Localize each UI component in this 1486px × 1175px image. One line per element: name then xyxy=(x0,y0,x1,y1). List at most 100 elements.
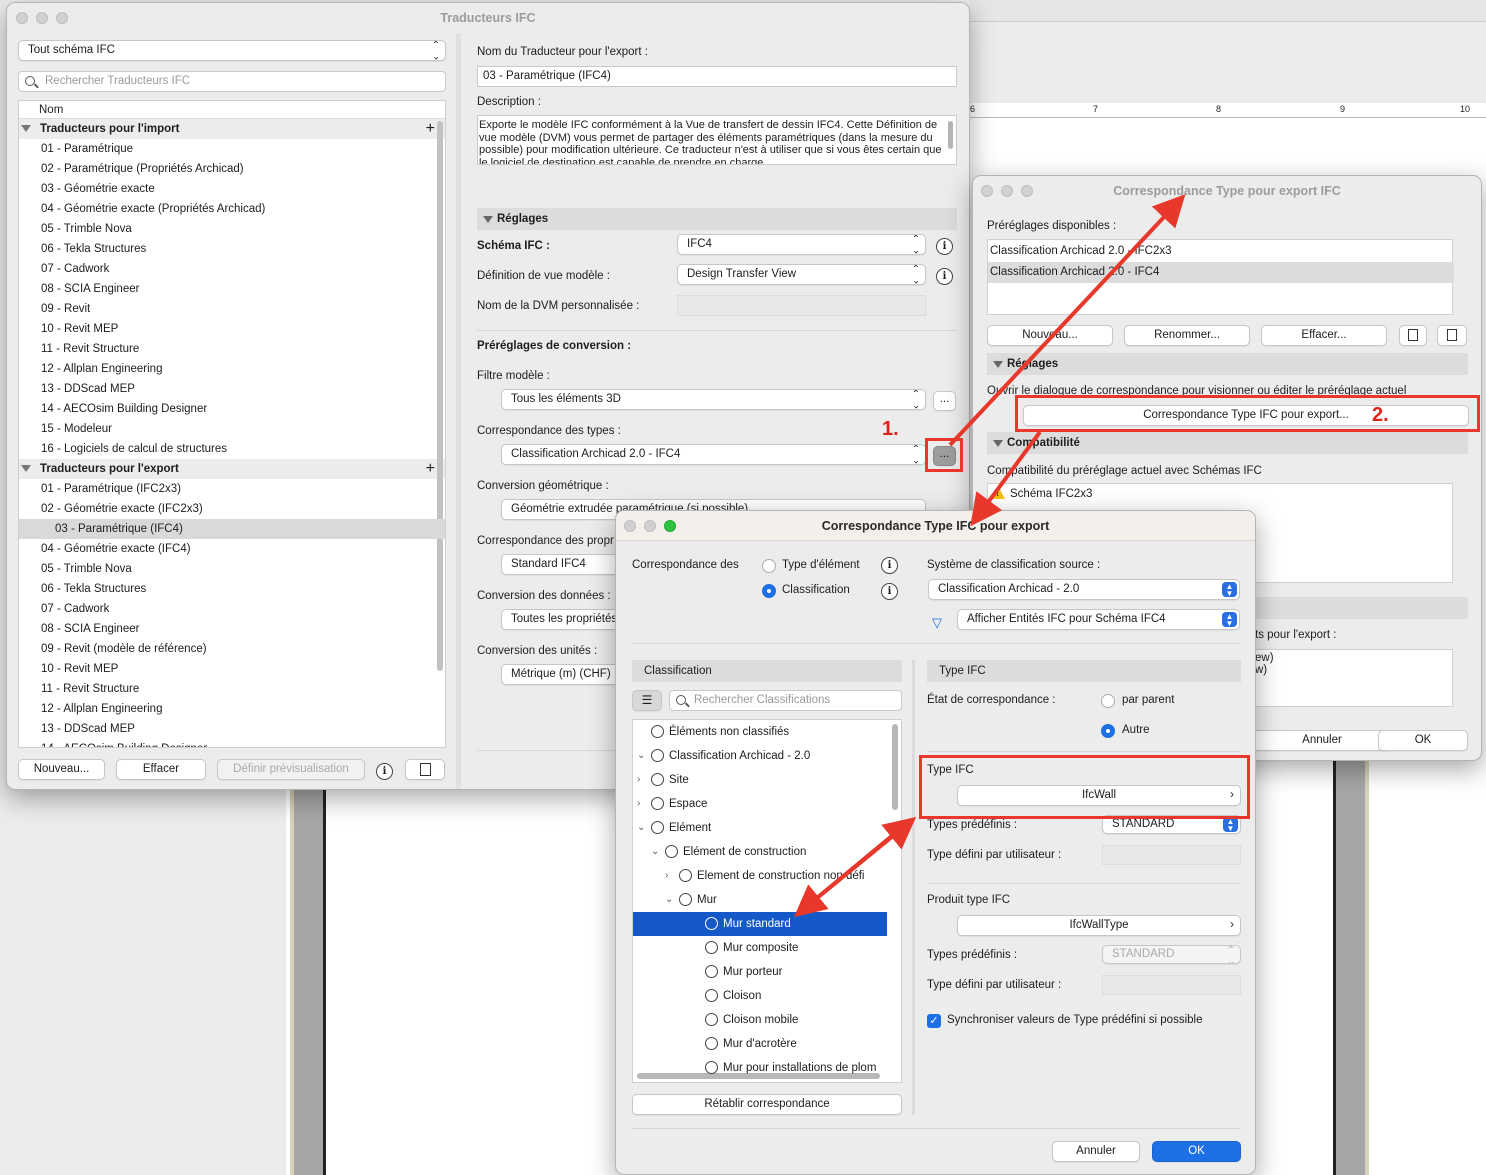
list-item[interactable]: 15 - Modeleur xyxy=(19,419,445,439)
chevron-down-icon[interactable]: ⌄ xyxy=(637,744,645,768)
chevron-right-icon[interactable]: › xyxy=(637,792,640,816)
delete-preset-button[interactable]: Effacer... xyxy=(1261,325,1387,346)
settings-section-header[interactable]: Réglages xyxy=(477,208,957,230)
list-item[interactable]: 09 - Revit xyxy=(19,299,445,319)
list-item[interactable]: 05 - Trimble Nova xyxy=(19,559,445,579)
import-group-row[interactable]: Traducteurs pour l'import + xyxy=(19,119,445,139)
add-icon[interactable]: + xyxy=(426,459,435,479)
export-icon-button[interactable] xyxy=(405,759,445,780)
new-preset-button[interactable]: Nouveau... xyxy=(987,325,1113,346)
ifc-entity-filter-select[interactable]: Afficher Entités IFC pour Schéma IFC4 ▲ ▼ xyxy=(957,609,1240,630)
mvd-custom-input[interactable] xyxy=(677,295,926,316)
tree-node[interactable]: Mur standard xyxy=(633,912,887,936)
close-button[interactable] xyxy=(981,185,993,197)
list-item[interactable]: 01 - Paramétrique (IFC2x3) xyxy=(19,479,445,499)
tree-node[interactable]: › Espace xyxy=(633,792,887,816)
cancel-button[interactable]: Annuler xyxy=(1052,1141,1140,1162)
tree-node[interactable]: Mur porteur xyxy=(633,960,887,984)
translator-list[interactable]: Nom Traducteurs pour l'import + Traducte… xyxy=(18,100,446,748)
pane-divider[interactable] xyxy=(912,660,915,1115)
by-parent-radio[interactable] xyxy=(1101,694,1115,708)
ok-button[interactable]: OK xyxy=(1378,730,1468,751)
tree-node[interactable]: ⌄ Mur xyxy=(633,888,887,912)
list-item[interactable]: 07 - Cadwork xyxy=(19,259,445,279)
disclosure-triangle-icon[interactable] xyxy=(21,465,31,472)
info-icon[interactable]: i xyxy=(936,238,953,255)
new-translator-button[interactable]: Nouveau... xyxy=(18,759,105,780)
list-item[interactable]: 06 - Tekla Structures xyxy=(19,239,445,259)
minimize-button[interactable] xyxy=(36,12,48,24)
list-item[interactable]: 13 - DDScad MEP xyxy=(19,379,445,399)
mvd-select[interactable]: Design Transfer View ⌃ ⌃ xyxy=(677,264,926,285)
compatibility-section-header[interactable]: Compatibilité xyxy=(987,432,1468,454)
tree-node[interactable]: › Site xyxy=(633,768,887,792)
list-item[interactable]: 14 - AECOsim Building Designer xyxy=(19,399,445,419)
classification-search-input[interactable]: Rechercher Classifications xyxy=(669,690,902,711)
chevron-down-icon[interactable]: ⌄ xyxy=(637,816,645,840)
zoom-button[interactable] xyxy=(56,12,68,24)
tree-node[interactable]: Mur composite xyxy=(633,936,887,960)
settings-section-header[interactable]: Réglages xyxy=(987,353,1468,375)
list-item[interactable]: 06 - Tekla Structures xyxy=(19,579,445,599)
list-item[interactable]: 02 - Paramétrique (Propriétés Archicad) xyxy=(19,159,445,179)
description-textarea[interactable]: Exporte le modèle IFC conformément à la … xyxy=(477,115,957,165)
list-item[interactable]: 13 - DDScad MEP xyxy=(19,719,445,739)
set-preview-button[interactable]: Définir prévisualisation xyxy=(217,759,365,780)
list-item[interactable]: 05 - Trimble Nova xyxy=(19,219,445,239)
list-item[interactable]: 02 - Géométrie exacte (IFC2x3) xyxy=(19,499,445,519)
list-item[interactable]: 04 - Géométrie exacte (IFC4) xyxy=(19,539,445,559)
tree-node[interactable]: ⌄ Elément de construction xyxy=(633,840,887,864)
tree-node[interactable]: › Element de construction non défi xyxy=(633,864,887,888)
tree-node[interactable]: ⌄ Elément xyxy=(633,816,887,840)
list-item[interactable]: 14 - AECOsim Building Designer xyxy=(19,739,445,747)
tree-node[interactable]: ⌄ Classification Archicad - 2.0 xyxy=(633,744,887,768)
tree-node[interactable]: Mur pour installations de plom xyxy=(633,1056,887,1080)
list-item[interactable]: 11 - Revit Structure xyxy=(19,679,445,699)
user-type-input[interactable] xyxy=(1102,845,1241,865)
chevron-down-icon[interactable]: ⌄ xyxy=(651,840,659,864)
list-item[interactable]: 09 - Revit (modèle de référence) xyxy=(19,639,445,659)
zoom-button[interactable] xyxy=(664,520,676,532)
info-icon[interactable]: i xyxy=(376,763,393,780)
disclosure-triangle-icon[interactable] xyxy=(21,125,31,132)
translator-name-input[interactable]: 03 - Paramétrique (IFC4) xyxy=(477,66,957,87)
list-item[interactable]: 10 - Revit MEP xyxy=(19,319,445,339)
export-group-row[interactable]: Traducteurs pour l'export + xyxy=(19,459,445,479)
filter-icon[interactable]: ▽ xyxy=(932,615,942,631)
classification-tree[interactable]: Éléments non classifiés ⌄ Classification A… xyxy=(632,719,902,1083)
sync-checkbox[interactable]: ✓ xyxy=(927,1014,941,1028)
preset-item[interactable]: Classification Archicad 2.0 - IFC2x3 xyxy=(988,241,1454,262)
list-item[interactable]: 10 - Revit MEP xyxy=(19,659,445,679)
tree-node[interactable]: Éléments non classifiés xyxy=(633,720,887,744)
product-type-picker[interactable]: IfcWallType › xyxy=(957,915,1241,936)
source-system-select[interactable]: Classification Archicad - 2.0 ▲ ▼ xyxy=(928,579,1240,600)
tree-node[interactable]: Mur d'acrotère xyxy=(633,1032,887,1056)
close-button[interactable] xyxy=(624,520,636,532)
add-icon[interactable]: + xyxy=(426,119,435,139)
list-item[interactable]: 03 - Paramétrique (IFC4) xyxy=(19,519,445,539)
predefined-types-select-2[interactable]: STANDARD ⌃ ⌃ xyxy=(1102,945,1241,964)
list-item[interactable]: 08 - SCIA Engineer xyxy=(19,279,445,299)
chevron-right-icon[interactable]: › xyxy=(665,864,668,888)
list-item[interactable]: 07 - Cadwork xyxy=(19,599,445,619)
reset-mapping-button[interactable]: Rétablir correspondance xyxy=(632,1094,902,1115)
list-item[interactable]: 12 - Allplan Engineering xyxy=(19,699,445,719)
minimize-button[interactable] xyxy=(644,520,656,532)
cancel-button[interactable]: Annuler xyxy=(1253,730,1391,751)
list-view-button[interactable]: ☰ xyxy=(632,690,662,711)
list-item[interactable]: 11 - Revit Structure xyxy=(19,339,445,359)
model-filter-select[interactable]: Tous les éléments 3D ⌃ ⌃ xyxy=(501,389,926,410)
list-item[interactable]: 16 - Logiciels de calcul de structures xyxy=(19,439,445,459)
zoom-button[interactable] xyxy=(1021,185,1033,197)
info-icon[interactable]: i xyxy=(936,268,953,285)
presets-list[interactable]: Classification Archicad 2.0 - IFC2x3 Cla… xyxy=(987,239,1454,315)
rename-preset-button[interactable]: Renommer... xyxy=(1124,325,1250,346)
schema-filter-select[interactable]: Tout schéma IFC ⌃ ⌃ xyxy=(18,40,446,61)
minimize-button[interactable] xyxy=(1001,185,1013,197)
chevron-right-icon[interactable]: › xyxy=(637,768,640,792)
ok-button[interactable]: OK xyxy=(1152,1141,1241,1162)
close-button[interactable] xyxy=(16,12,28,24)
tree-node[interactable]: Cloison mobile xyxy=(633,1008,887,1032)
translator-search-input[interactable]: Rechercher Traducteurs IFC xyxy=(18,71,446,92)
column-header[interactable]: Nom xyxy=(19,101,445,119)
